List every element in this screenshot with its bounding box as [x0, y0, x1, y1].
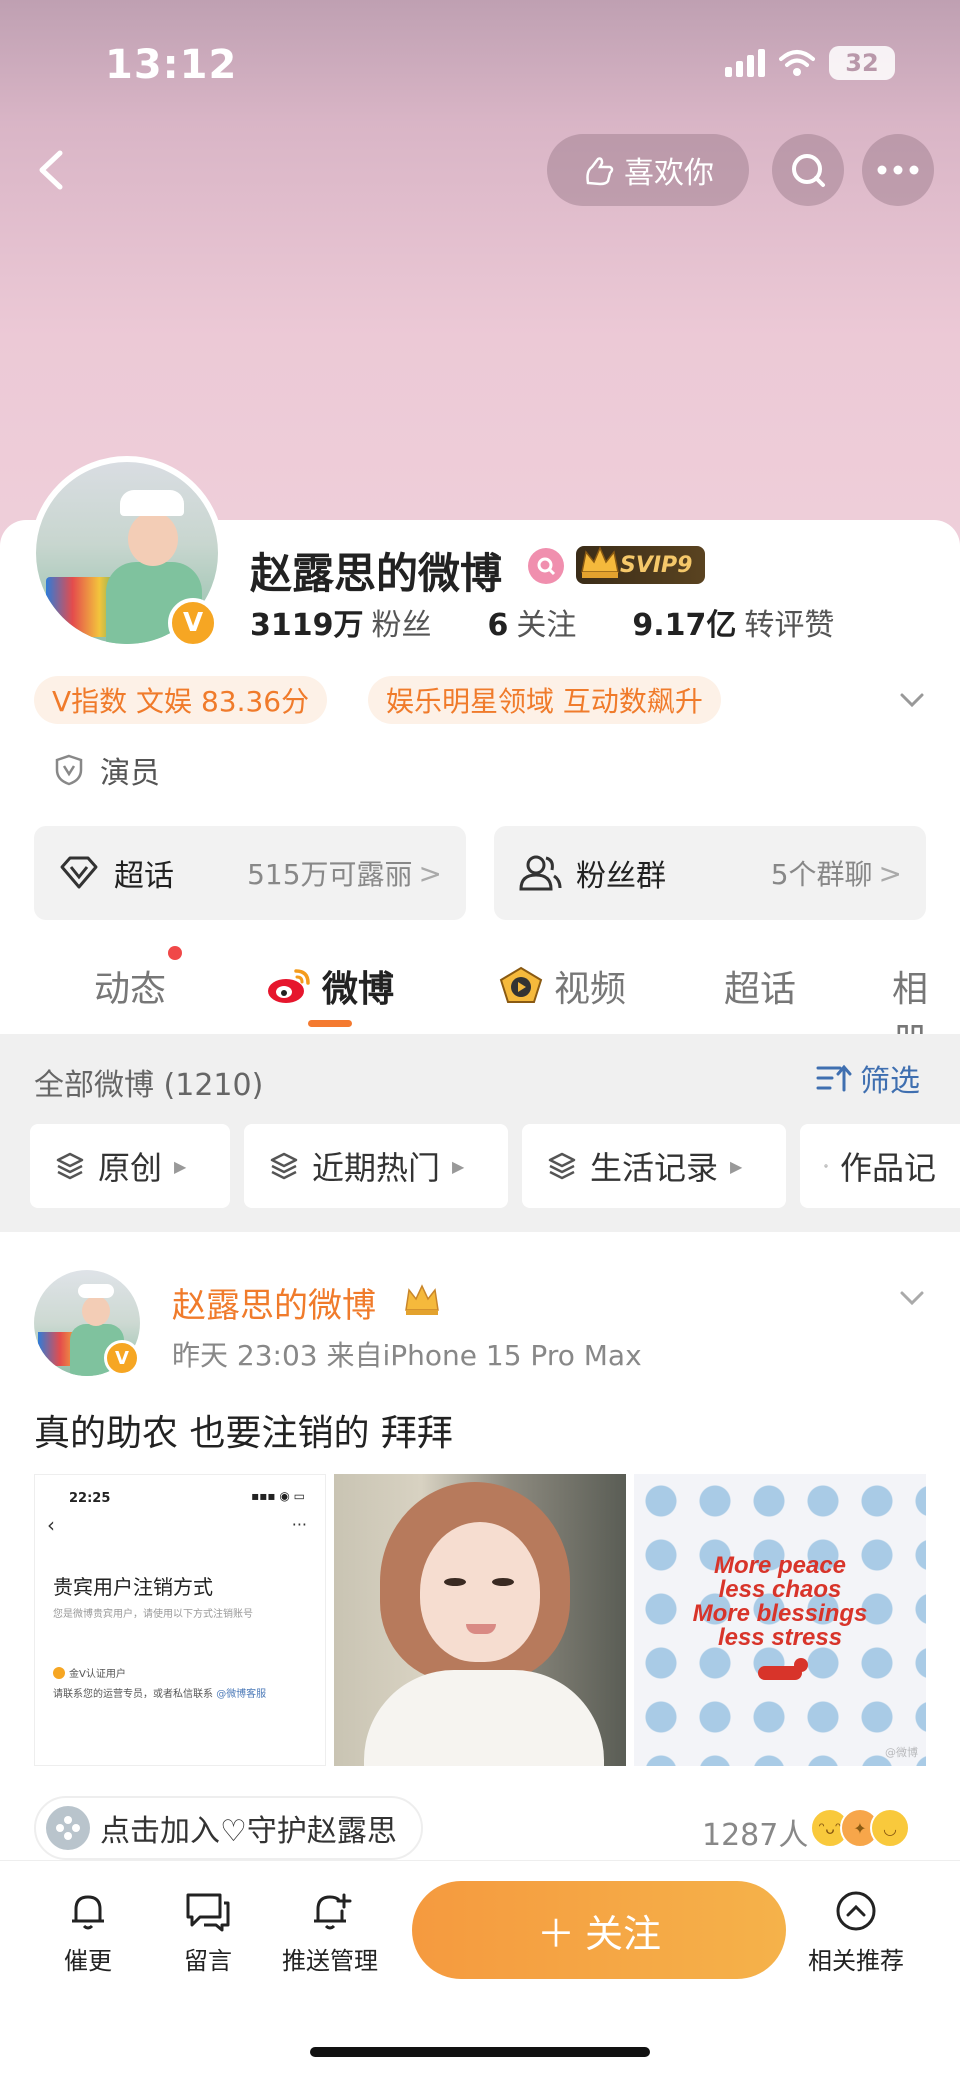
bell-plus-icon: [314, 1893, 352, 1930]
layers-icon: [824, 1164, 828, 1168]
expand-chevron-icon[interactable]: [896, 684, 928, 716]
profile-tabs: 动态 微博 视频 超话 相册: [0, 950, 960, 1062]
more-button[interactable]: [862, 134, 934, 206]
battery-indicator: 32: [829, 46, 895, 80]
like-button[interactable]: 喜欢你: [547, 134, 749, 206]
chip-works[interactable]: 作品记: [800, 1124, 960, 1208]
shield-v-icon: [55, 754, 83, 786]
weibo-logo-icon: [268, 969, 310, 1003]
status-time: 13:12: [105, 42, 238, 88]
diamond-icon: [60, 856, 98, 889]
chip-life-record[interactable]: 生活记录 ▶: [522, 1124, 786, 1208]
search-icon: [792, 154, 825, 187]
verified-v-icon: V: [168, 598, 218, 648]
hand-heart-icon: [586, 157, 614, 186]
fan-group-label: 粉丝群: [576, 859, 666, 894]
layers-icon: [548, 1152, 576, 1180]
chip-original[interactable]: 原创 ▶: [30, 1124, 230, 1208]
status-icons: 32: [725, 46, 895, 80]
more-icon: [877, 165, 919, 175]
layers-icon: [270, 1152, 298, 1180]
search-badge-icon[interactable]: [528, 548, 564, 584]
occupation-row: 演员: [52, 748, 160, 792]
stat-likes[interactable]: 9.17亿 转评赞: [632, 600, 834, 644]
reaction-count: 1287人: [702, 1818, 809, 1853]
filter-section: 全部微博 (1210) 筛选 原创 ▶ 近期热门 ▶ 生活记录 ▶ 作品记: [0, 1034, 960, 1232]
chevron-up-circle-icon: [836, 1891, 876, 1931]
stat-following[interactable]: 6 关注: [488, 600, 577, 644]
layers-icon: [56, 1152, 84, 1180]
bottom-action-bar: 催更 留言 推送管理 ＋ 关注 相关推荐: [0, 1860, 960, 2078]
super-topic-sub: 515万可露丽: [247, 858, 413, 891]
tab-video[interactable]: 视频: [498, 960, 626, 1012]
chat-icon: [186, 1893, 230, 1932]
post-image-screenshot[interactable]: 22:25 ▪▪▪ ◉ ▭ ‹ ··· 贵宾用户注销方式 您是微博贵宾用户，请使…: [34, 1474, 326, 1766]
flower-icon: [46, 1806, 90, 1850]
recommend-button[interactable]: 相关推荐: [808, 1889, 904, 1976]
all-weibo-count: 全部微博 (1210): [34, 1068, 264, 1103]
post-image-quote[interactable]: More peace less chaos More blessings les…: [634, 1474, 926, 1766]
join-guard-button[interactable]: 点击加入♡守护赵露思: [34, 1796, 423, 1860]
plus-icon: ＋: [536, 1911, 575, 1956]
post-author[interactable]: 赵露思的微博: [172, 1278, 376, 1327]
profile-name: 赵露思的微博: [250, 549, 503, 598]
crown-icon: [405, 1284, 439, 1315]
signal-icon: [725, 49, 765, 77]
search-button[interactable]: [772, 134, 844, 206]
dachshund-icon: [758, 1658, 808, 1680]
message-button[interactable]: 留言: [184, 1889, 232, 1976]
tab-super-topic[interactable]: 超话: [724, 960, 796, 1012]
post-menu-chevron-icon[interactable]: [896, 1282, 928, 1314]
bell-icon: [72, 1895, 104, 1930]
domain-tag[interactable]: 娱乐明星领域 互动数飙升: [368, 676, 721, 724]
post-image-photo[interactable]: [334, 1474, 626, 1766]
tab-weibo[interactable]: 微博: [266, 960, 394, 1012]
v-index-tag[interactable]: V指数 文娱 83.36分: [34, 676, 328, 724]
home-indicator: [310, 2047, 650, 2057]
urge-button[interactable]: 催更: [64, 1889, 112, 1976]
follow-button[interactable]: ＋ 关注: [412, 1881, 786, 1979]
super-topic-label: 超话: [114, 859, 174, 894]
fan-group-sub: 5个群聊: [770, 858, 873, 891]
unread-dot: [168, 946, 182, 960]
group-icon: [519, 855, 562, 891]
video-icon: [499, 966, 543, 1003]
profile-stats: 3119万 粉丝 6 关注 9.17亿 转评赞: [250, 600, 834, 644]
filter-icon: [816, 1064, 852, 1092]
active-tab-indicator: [308, 1020, 352, 1027]
super-topic-entry[interactable]: 超话 515万可露丽 >: [34, 826, 466, 920]
tab-dynamic[interactable]: 动态: [94, 960, 166, 1012]
verified-v-icon: V: [104, 1340, 140, 1376]
like-label: 喜欢你: [624, 156, 714, 191]
occupation-label: 演员: [100, 756, 160, 791]
post-meta: 昨天 23:03 来自iPhone 15 Pro Max: [172, 1339, 642, 1372]
post-text: 真的助农 也要注销的 拜拜: [34, 1413, 453, 1454]
push-settings-button[interactable]: 推送管理: [282, 1889, 378, 1976]
chevron-right-icon: >: [878, 856, 902, 890]
fan-group-entry[interactable]: 粉丝群 5个群聊 >: [494, 826, 926, 920]
filter-button[interactable]: 筛选: [816, 1056, 920, 1100]
reaction-emojis[interactable]: ᵔᴗᵔ ✦ ◡: [810, 1808, 910, 1848]
svip-label: SVIP9: [620, 552, 693, 578]
chip-recent-hot[interactable]: 近期热门 ▶: [244, 1124, 508, 1208]
svip-badge[interactable]: SVIP9: [576, 546, 705, 584]
chevron-right-icon: >: [418, 856, 442, 890]
back-icon[interactable]: [28, 145, 78, 195]
stat-fans[interactable]: 3119万 粉丝: [250, 600, 432, 644]
emoji-icon: ◡: [870, 1808, 910, 1848]
wifi-icon: [779, 50, 815, 76]
crown-icon: [581, 546, 619, 578]
